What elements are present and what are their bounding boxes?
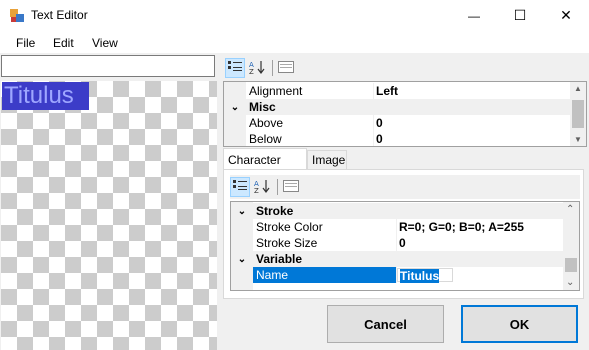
prop-name: Name — [253, 267, 397, 283]
prop-name: Stroke Color — [231, 219, 397, 235]
app-icon — [9, 8, 25, 24]
vertical-scrollbar[interactable]: ⌃ ⌄ — [563, 202, 579, 290]
alphabetical-button[interactable]: AZ — [252, 177, 272, 197]
svg-text:Z: Z — [254, 187, 259, 193]
prop-row[interactable]: Stroke Color R=0; G=0; B=0; A=255 — [231, 219, 563, 235]
toolbar-separator — [272, 60, 273, 76]
cancel-button[interactable]: Cancel — [327, 305, 444, 343]
scrollbar-thumb[interactable] — [572, 100, 584, 128]
ok-button[interactable]: OK — [461, 305, 578, 343]
category-row-misc[interactable]: ⌄ Misc — [224, 99, 570, 115]
close-icon: ✕ — [560, 7, 572, 23]
text-input[interactable] — [1, 55, 215, 77]
prop-name: Stroke Size — [231, 235, 397, 251]
prop-value[interactable]: Titulus — [400, 269, 440, 283]
prop-name: Below — [224, 131, 374, 146]
chevron-down-icon[interactable]: ⌄ — [231, 206, 253, 217]
categorized-icon — [233, 179, 247, 195]
property-pages-button[interactable] — [276, 58, 296, 78]
top-property-grid[interactable]: Alignment Left ⌄ Misc Above 0 Below 0 ▲ … — [223, 81, 587, 147]
scrollbar-thumb[interactable] — [565, 258, 577, 272]
scroll-up-icon[interactable]: ⌃ — [566, 204, 574, 215]
minimize-button[interactable]: — — [451, 0, 497, 31]
prop-row[interactable]: Above 0 — [224, 115, 570, 131]
vertical-scrollbar[interactable]: ▲ ▼ — [570, 82, 586, 146]
property-pages-icon — [283, 179, 299, 195]
svg-text:Z: Z — [249, 68, 254, 74]
window-title: Text Editor — [31, 8, 88, 22]
tab-image[interactable]: Image — [307, 150, 347, 170]
scroll-down-icon[interactable]: ▼ — [574, 135, 582, 144]
property-pages-button[interactable] — [281, 177, 301, 197]
prop-row[interactable]: Below 0 — [224, 131, 570, 146]
toolbar-separator — [277, 179, 278, 195]
chevron-down-icon[interactable]: ⌄ — [231, 254, 253, 265]
menu-file[interactable]: File — [16, 36, 35, 50]
category-row-variable[interactable]: ⌄ Variable — [231, 251, 563, 267]
sort-alphabetical-icon: AZ — [254, 179, 270, 196]
prop-row[interactable]: Alignment Left — [224, 83, 570, 99]
prop-name: Alignment — [224, 83, 374, 99]
maximize-icon: ☐ — [513, 7, 527, 23]
prop-value[interactable]: Left — [374, 84, 398, 98]
menu-view[interactable]: View — [92, 36, 118, 50]
prop-value[interactable]: 0 — [374, 116, 383, 130]
prop-row-selected[interactable]: Name Titulus — [231, 267, 563, 283]
property-pages-icon — [278, 60, 294, 76]
categorized-icon — [228, 60, 242, 76]
sort-alphabetical-icon: AZ — [249, 60, 265, 77]
prop-value[interactable]: 0 — [397, 236, 406, 250]
categorized-button[interactable] — [225, 58, 245, 78]
prop-value[interactable]: 0 — [374, 132, 383, 146]
prop-name: Above — [224, 115, 374, 131]
scroll-down-icon[interactable]: ⌄ — [566, 277, 574, 288]
tab-character-style[interactable]: Character Style — [223, 148, 307, 189]
top-grid-toolbar: AZ — [225, 56, 298, 80]
category-label: Stroke — [256, 204, 294, 218]
alphabetical-button[interactable]: AZ — [247, 58, 267, 78]
categorized-button[interactable] — [230, 177, 250, 197]
splitter[interactable] — [218, 53, 221, 350]
category-row-stroke[interactable]: ⌄ Stroke — [231, 203, 563, 219]
preview-canvas[interactable] — [1, 81, 217, 350]
minimize-icon: — — [468, 8, 480, 23]
name-edit-field[interactable]: Titulus — [397, 268, 453, 283]
category-label: Misc — [249, 100, 276, 114]
prop-row[interactable]: Stroke Size 0 — [231, 235, 563, 251]
maximize-button[interactable]: ☐ — [497, 0, 543, 31]
canvas-text[interactable]: Titulus — [2, 82, 89, 110]
chevron-down-icon[interactable]: ⌄ — [224, 102, 246, 113]
style-grid-toolbar: AZ — [230, 175, 580, 199]
close-button[interactable]: ✕ — [543, 0, 589, 31]
menu-bar — [0, 31, 589, 53]
category-label: Variable — [256, 252, 303, 266]
menu-edit[interactable]: Edit — [53, 36, 74, 50]
prop-value[interactable]: R=0; G=0; B=0; A=255 — [397, 220, 524, 234]
scroll-up-icon[interactable]: ▲ — [574, 84, 582, 93]
style-property-grid[interactable]: ⌄ Stroke Stroke Color R=0; G=0; B=0; A=2… — [230, 201, 580, 291]
